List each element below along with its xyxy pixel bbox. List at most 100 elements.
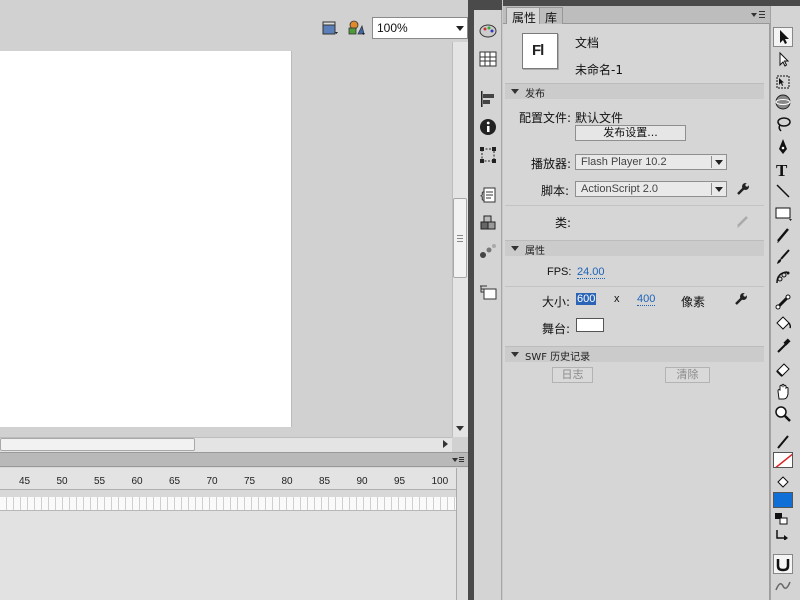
doc-icon-text: Fl — [532, 42, 544, 59]
profile-value: 默认文件 — [575, 111, 624, 125]
panel-grip[interactable] — [770, 0, 800, 6]
actions-icon[interactable]: { — [479, 186, 497, 204]
deco-tool-icon[interactable] — [773, 267, 793, 287]
info-icon[interactable] — [479, 118, 497, 136]
chevron-down-icon — [715, 160, 723, 165]
player-value: Flash Player 10.2 — [581, 156, 667, 168]
collapse-triangle-icon — [511, 89, 519, 94]
tab-library[interactable]: 库 — [539, 7, 564, 25]
document-name: 未命名-1 — [575, 63, 623, 77]
collapse-triangle-icon — [511, 246, 519, 251]
svg-text:T: T — [776, 161, 788, 179]
zoom-select[interactable]: 100% — [372, 17, 468, 39]
color-palette-icon[interactable] — [479, 22, 497, 40]
text-tool-icon[interactable]: T — [773, 159, 793, 179]
components-icon[interactable] — [479, 214, 497, 232]
player-select[interactable]: Flash Player 10.2 — [575, 154, 727, 170]
fps-label: FPS: — [547, 266, 572, 278]
timeline-tick-label: 100 — [431, 476, 449, 487]
edit-symbol-icon[interactable] — [346, 19, 366, 37]
script-select[interactable]: ActionScript 2.0 — [575, 181, 727, 197]
selection-tool-icon[interactable] — [773, 27, 793, 47]
tab-label: 属性 — [512, 11, 537, 25]
scroll-down-arrow-icon[interactable] — [456, 426, 464, 431]
profile-label: 配置文件: — [519, 111, 572, 125]
timeline-tick-label: 95 — [394, 476, 406, 487]
edit-scene-icon[interactable] — [321, 19, 339, 37]
horizontal-scroll-thumb[interactable] — [0, 438, 195, 451]
stroke-color-pencil-icon[interactable] — [773, 432, 793, 452]
subselection-tool-icon[interactable] — [773, 50, 793, 70]
motion-presets-icon[interactable] — [479, 242, 497, 260]
publish-settings-button[interactable]: 发布设置... — [575, 125, 686, 141]
eraser-tool-icon[interactable] — [773, 358, 793, 378]
lasso-tool-icon[interactable] — [773, 114, 793, 134]
fill-color-bucket-icon[interactable] — [773, 472, 793, 492]
smooth-icon[interactable] — [773, 576, 793, 596]
timeline-tick-label: 45 — [19, 476, 31, 487]
hand-tool-icon[interactable] — [773, 382, 793, 402]
align-icon[interactable] — [479, 90, 497, 108]
pen-tool-icon[interactable] — [773, 137, 793, 157]
3d-rotation-tool-icon[interactable] — [773, 92, 793, 112]
timeline-ruler[interactable] — [0, 468, 456, 490]
pencil-icon[interactable] — [735, 213, 751, 229]
timeline-vertical-scrollbar[interactable] — [456, 468, 468, 600]
rectangle-tool-icon[interactable] — [773, 203, 793, 223]
size-unit: 像素 — [681, 295, 706, 309]
fill-color-swatch[interactable] — [773, 492, 793, 508]
scroll-right-arrow-icon[interactable] — [443, 440, 448, 448]
vertical-scroll-thumb[interactable] — [453, 198, 467, 278]
size-label: 大小: — [542, 295, 571, 309]
eyedropper-tool-icon[interactable] — [773, 336, 793, 356]
bone-tool-icon[interactable] — [773, 292, 793, 312]
timeline-body[interactable] — [0, 511, 456, 600]
script-label: 脚本: — [541, 184, 570, 198]
section-title: 发布 — [525, 89, 545, 100]
width-value[interactable]: 600 — [576, 293, 597, 305]
timeline-tick-label: 75 — [244, 476, 256, 487]
script-value: ActionScript 2.0 — [581, 183, 659, 195]
timeline-tick-label: 55 — [94, 476, 106, 487]
wrench-icon[interactable] — [735, 181, 751, 197]
black-white-icon[interactable] — [775, 513, 789, 525]
panel-menu-icon[interactable] — [452, 456, 464, 464]
timeline-tick-label: 50 — [56, 476, 68, 487]
brush-tool-icon[interactable] — [773, 247, 793, 267]
zoom-tool-icon[interactable] — [773, 404, 793, 424]
stage-color-swatch[interactable] — [576, 318, 604, 332]
transform-icon[interactable] — [479, 146, 497, 164]
wrench-icon[interactable] — [733, 291, 749, 307]
pencil-tool-icon[interactable] — [773, 225, 793, 245]
section-title: 属性 — [525, 246, 545, 257]
line-tool-icon[interactable] — [773, 181, 793, 201]
panel-menu-icon[interactable] — [750, 9, 766, 21]
swap-colors-icon[interactable] — [775, 528, 789, 540]
tab-label: 库 — [545, 11, 558, 25]
height-value[interactable]: 400 — [637, 293, 656, 306]
timeline-frames-row[interactable] — [0, 497, 456, 511]
clear-button[interactable]: 清除 — [665, 367, 710, 383]
properties-section-header[interactable]: 属性 — [505, 240, 764, 257]
tab-properties[interactable]: 属性 — [506, 7, 543, 25]
snap-to-objects-icon[interactable] — [773, 554, 793, 574]
free-transform-tool-icon[interactable] — [773, 72, 793, 92]
paint-bucket-tool-icon[interactable] — [773, 314, 793, 334]
stage-canvas[interactable] — [0, 51, 292, 427]
chevron-down-icon — [456, 26, 464, 31]
timeline-tick-label: 65 — [169, 476, 181, 487]
class-label: 类: — [555, 216, 572, 230]
log-button[interactable]: 日志 — [552, 367, 593, 383]
swatches-icon[interactable] — [479, 50, 497, 68]
swf-history-section-header[interactable]: SWF 历史记录 — [505, 346, 764, 363]
fps-value[interactable]: 24.00 — [577, 266, 605, 279]
project-icon[interactable] — [479, 284, 497, 302]
stroke-color-swatch[interactable] — [773, 452, 793, 468]
panel-grip[interactable] — [474, 0, 502, 10]
section-title: SWF 历史记录 — [525, 352, 591, 363]
timeline-header — [0, 453, 468, 467]
timeline-tick-label: 85 — [319, 476, 331, 487]
publish-section-header[interactable]: 发布 — [505, 83, 764, 100]
timeline-tick-label: 90 — [356, 476, 368, 487]
svg-text:{: { — [479, 191, 485, 202]
